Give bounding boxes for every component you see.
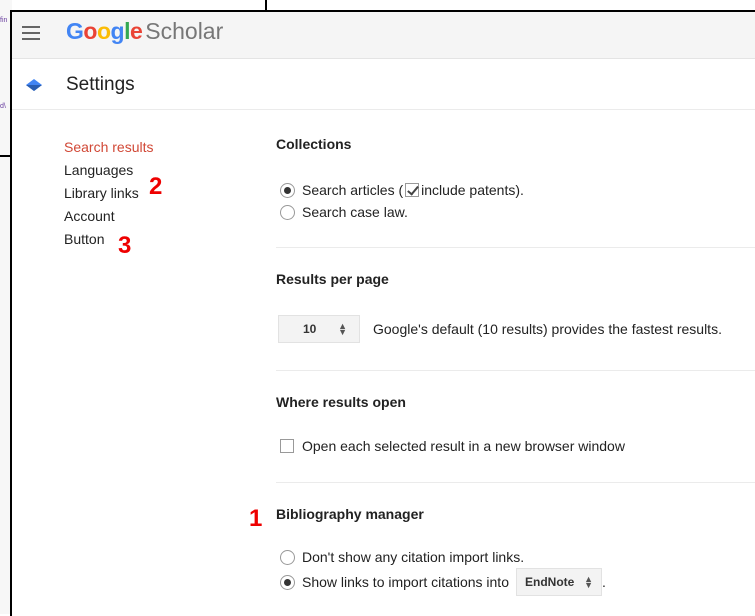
google-logo-text: Google (66, 18, 143, 44)
settings-cap-icon (26, 79, 42, 91)
option-show-citation-links: Show links to import citations into EndN… (280, 567, 606, 597)
new-window-checkbox[interactable] (280, 439, 294, 453)
section-divider (276, 247, 755, 248)
annotation-marker-2: 2 (149, 173, 163, 200)
results-per-page-heading: Results per page (276, 271, 389, 287)
collections-heading: Collections (276, 136, 352, 152)
search-case-law-radio[interactable] (280, 204, 295, 220)
show-citation-links-label: Show links to import citations into (302, 574, 509, 590)
option-search-case-law: Search case law. (280, 202, 408, 222)
section-divider (276, 370, 755, 371)
option-new-window: Open each selected result in a new brows… (280, 436, 625, 456)
results-per-page-note: Google's default (10 results) provides t… (373, 321, 722, 337)
logo-letter: o (96, 18, 111, 44)
logo-letter: e (129, 18, 143, 44)
bibliography-manager-value: EndNote (524, 575, 575, 589)
nav-item-search-results[interactable]: Search results (64, 137, 153, 160)
annotation-marker-3: 3 (118, 232, 132, 259)
google-scholar-logo[interactable]: Google Scholar (66, 16, 223, 46)
header: Google Scholar (12, 12, 755, 59)
background-text-fragment: fin (0, 17, 8, 24)
background-text-fragment: d\ (0, 103, 6, 110)
nav-item-button[interactable]: Button (64, 229, 153, 252)
menu-icon[interactable] (22, 26, 40, 40)
option-search-articles: Search articles ( include patents). (280, 180, 524, 200)
no-citation-links-radio[interactable] (280, 549, 295, 565)
section-divider (276, 482, 755, 483)
scholar-window: Google Scholar Settings Search results La… (10, 10, 755, 616)
results-per-page-value: 10 (303, 322, 317, 336)
nav-item-account[interactable]: Account (64, 206, 153, 229)
include-patents-checkbox[interactable] (405, 183, 420, 197)
logo-letter: o (83, 18, 97, 44)
bibliography-manager-select[interactable]: EndNote ▲ ▼ (515, 568, 602, 596)
new-window-label: Open each selected result in a new brows… (302, 438, 625, 454)
search-case-law-label: Search case law. (302, 204, 408, 220)
include-patents-label: include patents). (421, 182, 524, 198)
results-per-page-row: 10 ▲ ▼ Google's default (10 results) prov… (278, 312, 722, 346)
no-citation-links-label: Don't show any citation import links. (302, 549, 525, 565)
annotation-marker-1: 1 (249, 505, 263, 532)
nav-item-library-links[interactable]: Library links (64, 183, 153, 206)
logo-letter: g (110, 18, 125, 44)
search-articles-label: Search articles ( (302, 182, 404, 198)
select-arrows-icon: ▲ ▼ (338, 321, 347, 337)
results-per-page-select[interactable]: 10 ▲ ▼ (278, 315, 360, 343)
scholar-logo-text: Scholar (145, 18, 224, 44)
settings-nav: Search results Languages Library links A… (64, 137, 153, 252)
settings-bar: Settings (12, 59, 755, 110)
logo-letter: G (66, 18, 84, 44)
select-arrows-icon: ▲ ▼ (584, 574, 593, 590)
search-articles-radio[interactable] (280, 182, 295, 198)
option-no-citation-links: Don't show any citation import links. (280, 547, 524, 567)
show-citation-links-trailing: . (601, 574, 606, 590)
bibliography-manager-heading: Bibliography manager (276, 506, 424, 522)
where-results-open-heading: Where results open (276, 394, 406, 410)
nav-item-languages[interactable]: Languages (64, 160, 153, 183)
page-title: Settings (66, 74, 135, 95)
show-citation-links-radio[interactable] (280, 574, 295, 590)
